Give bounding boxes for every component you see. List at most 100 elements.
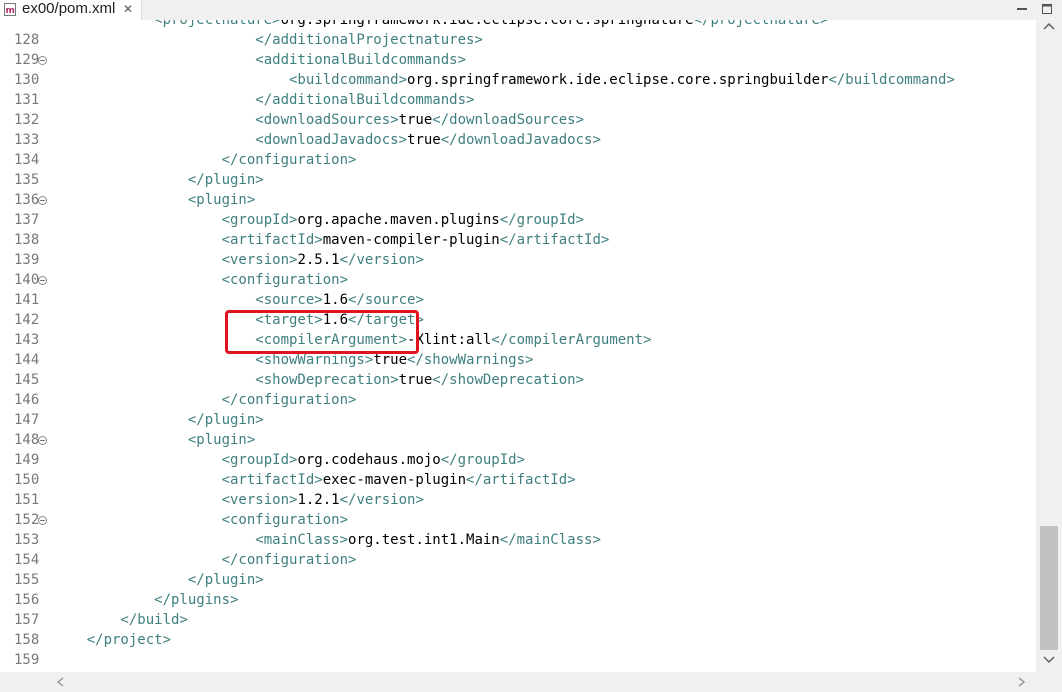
line-number: 150 [14, 472, 40, 488]
scroll-left-arrow-icon[interactable] [56, 677, 64, 687]
scrollbar-corner [1036, 672, 1062, 692]
fold-collapse-icon[interactable] [38, 516, 47, 525]
xml-tag: </compilerArgument> [491, 332, 652, 348]
vertical-scrollbar[interactable] [1036, 20, 1062, 672]
close-icon[interactable]: ✕ [123, 0, 133, 18]
line-number: 159 [14, 652, 40, 668]
code-text: <plugin> [53, 430, 255, 450]
line-number: 158 [14, 632, 40, 648]
xml-tag: <groupId> [53, 452, 298, 468]
code-line: 154 </configuration> [0, 550, 1036, 570]
line-number: 134 [14, 152, 40, 168]
code-line: 156 </plugins> [0, 590, 1036, 610]
xml-value: exec-maven-plugin [322, 472, 467, 488]
code-text: <showDeprecation>true</showDeprecation> [53, 370, 584, 390]
line-number: 142 [14, 312, 40, 328]
xml-tag: </configuration> [53, 152, 357, 168]
line-number: 132 [14, 112, 40, 128]
xml-value: maven-compiler-plugin [322, 232, 500, 248]
xml-tag: </downloadJavadocs> [440, 132, 601, 148]
highlight-annotation-box [225, 310, 419, 354]
xml-tag: </mainClass> [499, 532, 601, 548]
scroll-right-arrow-icon[interactable] [1018, 677, 1026, 687]
xml-tag: <buildcommand> [53, 72, 408, 88]
line-number: 138 [14, 232, 40, 248]
code-line: 142 <target>1.6</target> [0, 310, 1036, 330]
xml-value: 2.5.1 [297, 252, 340, 268]
line-number: 149 [14, 452, 40, 468]
code-text: <projectnature>org.springframework.ide.e… [53, 20, 828, 30]
code-line: 140 <configuration> [0, 270, 1036, 290]
fold-collapse-icon[interactable] [38, 56, 47, 65]
line-number: 155 [14, 572, 40, 588]
tab-pom-xml[interactable]: m ex00/pom.xml ✕ [0, 0, 142, 20]
xml-value: true [398, 372, 433, 388]
code-line: 143 <compilerArgument>-Xlint:all</compil… [0, 330, 1036, 350]
xml-tag: </artifactId> [499, 232, 610, 248]
xml-tag: </groupId> [440, 452, 526, 468]
code-text: </plugin> [53, 570, 264, 590]
code-line-partial: <projectnature>org.springframework.ide.e… [0, 20, 1036, 30]
code-line: 157 </build> [0, 610, 1036, 630]
code-text: <downloadJavadocs>true</downloadJavadocs… [53, 130, 601, 150]
xml-tag: </additionalProjectnatures> [53, 32, 483, 48]
xml-tag: </version> [339, 252, 424, 268]
fold-collapse-icon[interactable] [38, 196, 47, 205]
code-line: 129 <additionalBuildcommands> [0, 50, 1036, 70]
code-line: 133 <downloadJavadocs>true</downloadJava… [0, 130, 1036, 150]
line-number: 144 [14, 352, 40, 368]
code-text: <buildcommand>org.springframework.ide.ec… [53, 70, 955, 90]
code-text: </configuration> [53, 390, 357, 410]
horizontal-scrollbar[interactable] [0, 672, 1036, 692]
maximize-icon[interactable] [1040, 2, 1054, 16]
xml-value: org.test.int1.Main [348, 532, 500, 548]
code-line: 158 </project> [0, 630, 1036, 650]
fold-collapse-icon[interactable] [38, 276, 47, 285]
scroll-down-arrow-icon[interactable] [1043, 656, 1055, 664]
code-text: <source>1.6</source> [53, 290, 424, 310]
code-text: <additionalBuildcommands> [53, 50, 466, 70]
xml-tag: <artifactId> [53, 232, 323, 248]
code-text: </build> [53, 610, 187, 630]
code-line: 144 <showWarnings>true</showWarnings> [0, 350, 1036, 370]
code-line: 147 </plugin> [0, 410, 1036, 430]
xml-tag: <plugin> [53, 432, 256, 448]
xml-value: 1.6 [322, 292, 349, 308]
svg-text:m: m [6, 6, 15, 16]
code-line: 134 </configuration> [0, 150, 1036, 170]
code-text: <artifactId>exec-maven-plugin</artifactI… [53, 470, 576, 490]
vertical-scrollbar-thumb[interactable] [1040, 526, 1058, 650]
code-line: 130 <buildcommand>org.springframework.id… [0, 70, 1036, 90]
code-line: 148 <plugin> [0, 430, 1036, 450]
fold-collapse-icon[interactable] [38, 436, 47, 445]
code-text: </plugin> [53, 410, 264, 430]
xml-value: org.springframework.ide.eclipse.core.spr… [280, 20, 694, 28]
xml-tag: </plugins> [53, 592, 239, 608]
xml-tag: </project> [53, 632, 172, 648]
xml-tag: <plugin> [53, 192, 256, 208]
line-number: 157 [14, 612, 40, 628]
xml-editor[interactable]: <projectnature>org.springframework.ide.e… [0, 20, 1036, 672]
code-text: <groupId>org.codehaus.mojo</groupId> [53, 450, 525, 470]
xml-value: org.codehaus.mojo [297, 452, 441, 468]
line-number: 133 [14, 132, 40, 148]
xml-tag: <source> [53, 292, 323, 308]
code-text: </additionalBuildcommands> [53, 90, 474, 110]
xml-tag: </configuration> [53, 552, 357, 568]
code-line: 139 <version>2.5.1</version> [0, 250, 1036, 270]
code-line: 131 </additionalBuildcommands> [0, 90, 1036, 110]
line-number: 141 [14, 292, 40, 308]
code-line: 141 <source>1.6</source> [0, 290, 1036, 310]
scroll-up-arrow-icon[interactable] [1043, 22, 1055, 30]
code-line: 132 <downloadSources>true</downloadSourc… [0, 110, 1036, 130]
line-number: 151 [14, 492, 40, 508]
code-text: <groupId>org.apache.maven.plugins</group… [53, 210, 584, 230]
code-line: 136 <plugin> [0, 190, 1036, 210]
code-text: </project> [53, 630, 171, 650]
code-text: <version>1.2.1</version> [53, 490, 424, 510]
minimize-icon[interactable] [1015, 2, 1029, 16]
xml-tag: </configuration> [53, 392, 357, 408]
code-line: 128 </additionalProjectnatures> [0, 30, 1036, 50]
horizontal-scrollbar-track[interactable] [50, 672, 1036, 692]
xml-tag: </plugin> [53, 572, 264, 588]
